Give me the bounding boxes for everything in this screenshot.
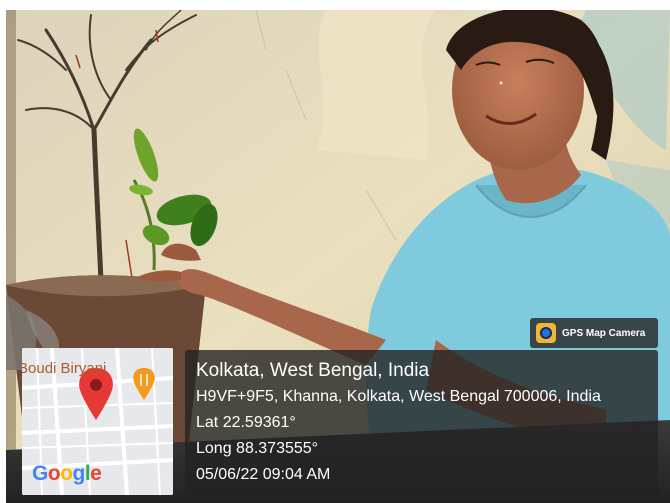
gps-map-camera-badge: GPS Map Camera bbox=[530, 318, 658, 348]
gps-camera-icon bbox=[536, 323, 556, 343]
app-badge-label: GPS Map Camera bbox=[562, 327, 646, 339]
location-info-panel: Kolkata, West Bengal, India H9VF+9F5, Kh… bbox=[185, 350, 658, 496]
latitude-label: Lat 22.59361° bbox=[196, 414, 296, 431]
datetime-label: 05/06/22 09:04 AM bbox=[196, 466, 331, 483]
map-place-label: Boudi Biryani bbox=[22, 360, 107, 377]
address-label: H9VF+9F5, Khanna, Kolkata, West Bengal 7… bbox=[196, 388, 601, 405]
city-label: Kolkata, West Bengal, India bbox=[196, 360, 430, 381]
map-thumbnail: Boudi Biryani Google bbox=[22, 348, 173, 495]
google-logo: Google bbox=[32, 462, 102, 485]
longitude-label: Long 88.373555° bbox=[196, 440, 319, 457]
